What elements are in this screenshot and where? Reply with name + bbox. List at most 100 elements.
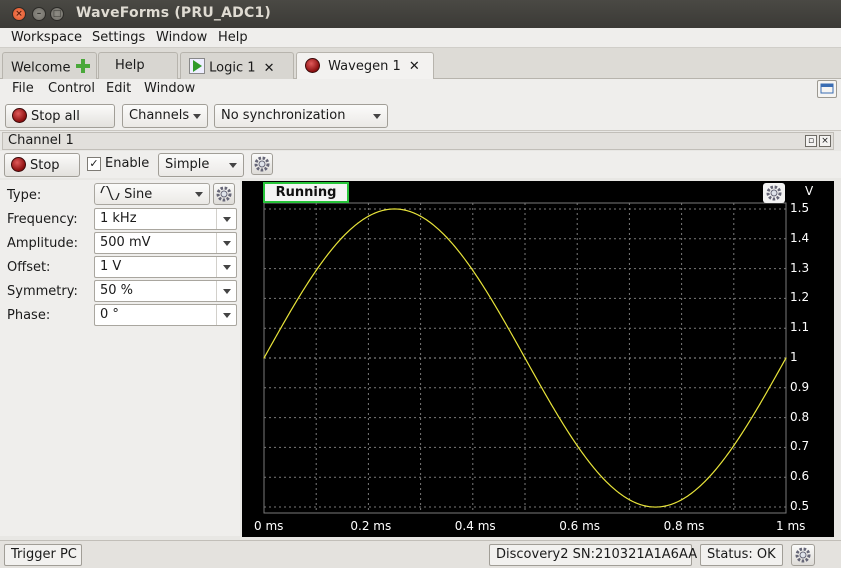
- stop-all-label: Stop all: [31, 109, 80, 124]
- trace-point: [550, 403, 552, 405]
- menu-workspace[interactable]: Workspace: [11, 30, 82, 45]
- tab-wavegen-1[interactable]: Wavegen 1 ✕: [296, 52, 434, 80]
- gear-icon: [795, 547, 811, 563]
- tab-logic-1-label: Logic 1: [209, 60, 256, 76]
- y-tick-label: 0.5: [790, 499, 810, 514]
- menu-window[interactable]: Window: [156, 30, 207, 45]
- trace-point: [576, 445, 578, 447]
- play-icon: [189, 58, 205, 78]
- x-tick-label: 0 ms: [254, 519, 284, 533]
- y-tick-label: 1.1: [790, 320, 810, 335]
- trace-point: [446, 236, 448, 238]
- chevron-down-icon[interactable]: [216, 305, 236, 325]
- offset-field[interactable]: 1 V: [94, 256, 237, 278]
- amplitude-value: 500 mV: [100, 235, 151, 250]
- status-bar: Trigger PC Discovery2 SN:210321A1A6AA St…: [0, 540, 841, 568]
- tab-help[interactable]: Help: [98, 52, 178, 79]
- gear-icon: [254, 156, 270, 172]
- channels-dropdown[interactable]: Channels: [122, 104, 208, 128]
- y-tick-label: 0.8: [790, 409, 810, 424]
- chevron-down-icon[interactable]: [216, 257, 236, 277]
- x-tick-label: 0.4 ms: [454, 519, 496, 533]
- trigger-pc-button[interactable]: Trigger PC: [4, 544, 82, 566]
- menu-edit[interactable]: Edit: [106, 81, 131, 96]
- chevron-down-icon[interactable]: [216, 281, 236, 301]
- offset-value: 1 V: [100, 259, 122, 274]
- tab-welcome-label: Welcome: [11, 60, 71, 76]
- trace-point: [785, 357, 787, 359]
- trace-point: [628, 499, 630, 501]
- stop-all-button[interactable]: Stop all: [5, 104, 115, 128]
- gear-icon: [216, 186, 232, 202]
- menu-control[interactable]: Control: [48, 81, 95, 96]
- chevron-down-icon: [193, 114, 201, 119]
- trace-point: [498, 311, 500, 313]
- channel-stop-button[interactable]: Stop: [4, 153, 80, 177]
- chevron-down-icon[interactable]: [216, 233, 236, 253]
- close-tab-icon[interactable]: ✕: [264, 61, 275, 76]
- tab-help-label: Help: [115, 58, 145, 73]
- type-settings-button[interactable]: [213, 183, 235, 205]
- main-menubar: Workspace Settings Window Help: [0, 28, 841, 48]
- trace-point: [707, 478, 709, 480]
- y-tick-label: 1.5: [790, 200, 810, 215]
- plot-canvas: [263, 202, 787, 514]
- run-status-badge: Running: [263, 182, 349, 203]
- phase-field[interactable]: 0 °: [94, 304, 237, 326]
- trace-point: [367, 215, 369, 217]
- trace-point: [524, 357, 526, 359]
- mode-dropdown[interactable]: Simple: [158, 153, 244, 177]
- trace-point: [263, 357, 265, 359]
- symmetry-value: 50 %: [100, 283, 134, 298]
- y-unit-label: V: [805, 184, 814, 198]
- phase-value: 0 °: [100, 307, 119, 322]
- window-maximize-button[interactable]: □: [50, 7, 64, 21]
- channel-settings-button[interactable]: [251, 153, 273, 175]
- frequency-value: 1 kHz: [100, 211, 137, 226]
- trace-point: [315, 269, 317, 271]
- phase-label: Phase:: [7, 308, 51, 323]
- trace-point: [602, 478, 604, 480]
- mode-label: Simple: [165, 157, 210, 172]
- type-dropdown[interactable]: Sine: [94, 183, 210, 205]
- channel-toolbar: Stop ✓ Enable Simple: [0, 151, 841, 178]
- layout-icon[interactable]: [817, 80, 837, 98]
- amplitude-field[interactable]: 500 mV: [94, 232, 237, 254]
- float-panel-icon[interactable]: ▫: [805, 135, 817, 147]
- waveform-plot[interactable]: Running V 1.5 1.4 1.3 1.2 1.1 1 0.9 0.8 0.7 0.6 0.…: [242, 181, 834, 537]
- y-tick-label: 0.9: [790, 379, 810, 394]
- close-panel-icon[interactable]: ×: [819, 135, 831, 147]
- window-title: WaveForms (PRU_ADC1): [76, 5, 272, 21]
- enable-checkbox[interactable]: ✓: [87, 157, 101, 171]
- tab-welcome[interactable]: Welcome: [2, 52, 97, 79]
- symmetry-label: Symmetry:: [7, 284, 78, 299]
- tab-logic-1[interactable]: Logic 1 ✕: [180, 52, 294, 79]
- plot-settings-button[interactable]: [763, 183, 785, 203]
- symmetry-field[interactable]: 50 %: [94, 280, 237, 302]
- channel-title: Channel 1: [8, 133, 74, 148]
- window-minimize-button[interactable]: –: [32, 7, 46, 21]
- menu-help[interactable]: Help: [218, 30, 248, 45]
- frequency-field[interactable]: 1 kHz: [94, 208, 237, 230]
- trace-point: [759, 403, 761, 405]
- menu-settings[interactable]: Settings: [92, 30, 145, 45]
- menu-file[interactable]: File: [12, 81, 34, 96]
- sync-dropdown[interactable]: No synchronization: [214, 104, 388, 128]
- x-tick-label: 0.6 ms: [559, 519, 601, 533]
- plus-icon: [75, 58, 91, 78]
- offset-label: Offset:: [7, 260, 51, 275]
- y-tick-label: 1.4: [790, 230, 810, 245]
- window-close-button[interactable]: ×: [12, 7, 26, 21]
- device-indicator[interactable]: Discovery2 SN:210321A1A6AA: [489, 544, 697, 566]
- menu-window-instrument[interactable]: Window: [144, 81, 195, 96]
- channel-stop-label: Stop: [30, 158, 60, 173]
- status-indicator: Status: OK: [700, 544, 783, 566]
- trace-point: [289, 311, 291, 313]
- close-tab-icon[interactable]: ✕: [409, 59, 420, 74]
- chevron-down-icon: [195, 192, 203, 197]
- chevron-down-icon[interactable]: [216, 209, 236, 229]
- y-tick-label: 1: [790, 350, 798, 364]
- y-tick-label: 1.2: [790, 290, 810, 305]
- gear-icon: [766, 185, 782, 201]
- device-settings-button[interactable]: [791, 544, 815, 566]
